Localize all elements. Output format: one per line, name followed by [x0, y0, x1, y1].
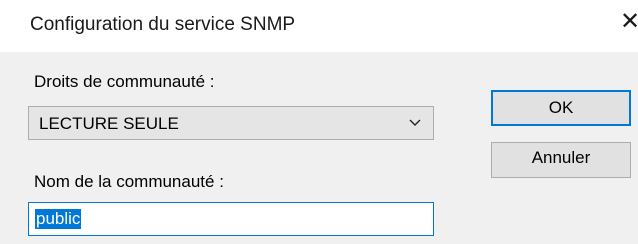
close-icon[interactable]: ✕: [620, 10, 638, 34]
window-title: Configuration du service SNMP: [30, 14, 296, 35]
ok-button[interactable]: OK: [491, 90, 631, 126]
community-name-input[interactable]: public: [28, 202, 434, 236]
title-bar: Configuration du service SNMP ✕: [0, 0, 638, 52]
dialog-body: Droits de communauté : LECTURE SEULE Nom…: [0, 52, 638, 244]
community-name-selected-text: public: [35, 209, 82, 229]
cancel-button[interactable]: Annuler: [491, 142, 631, 178]
community-rights-label: Droits de communauté :: [34, 72, 215, 91]
community-rights-dropdown[interactable]: LECTURE SEULE: [28, 106, 434, 140]
community-rights-value: LECTURE SEULE: [39, 114, 179, 133]
community-name-label: Nom de la communauté :: [34, 172, 224, 191]
chevron-down-icon: [409, 119, 421, 126]
